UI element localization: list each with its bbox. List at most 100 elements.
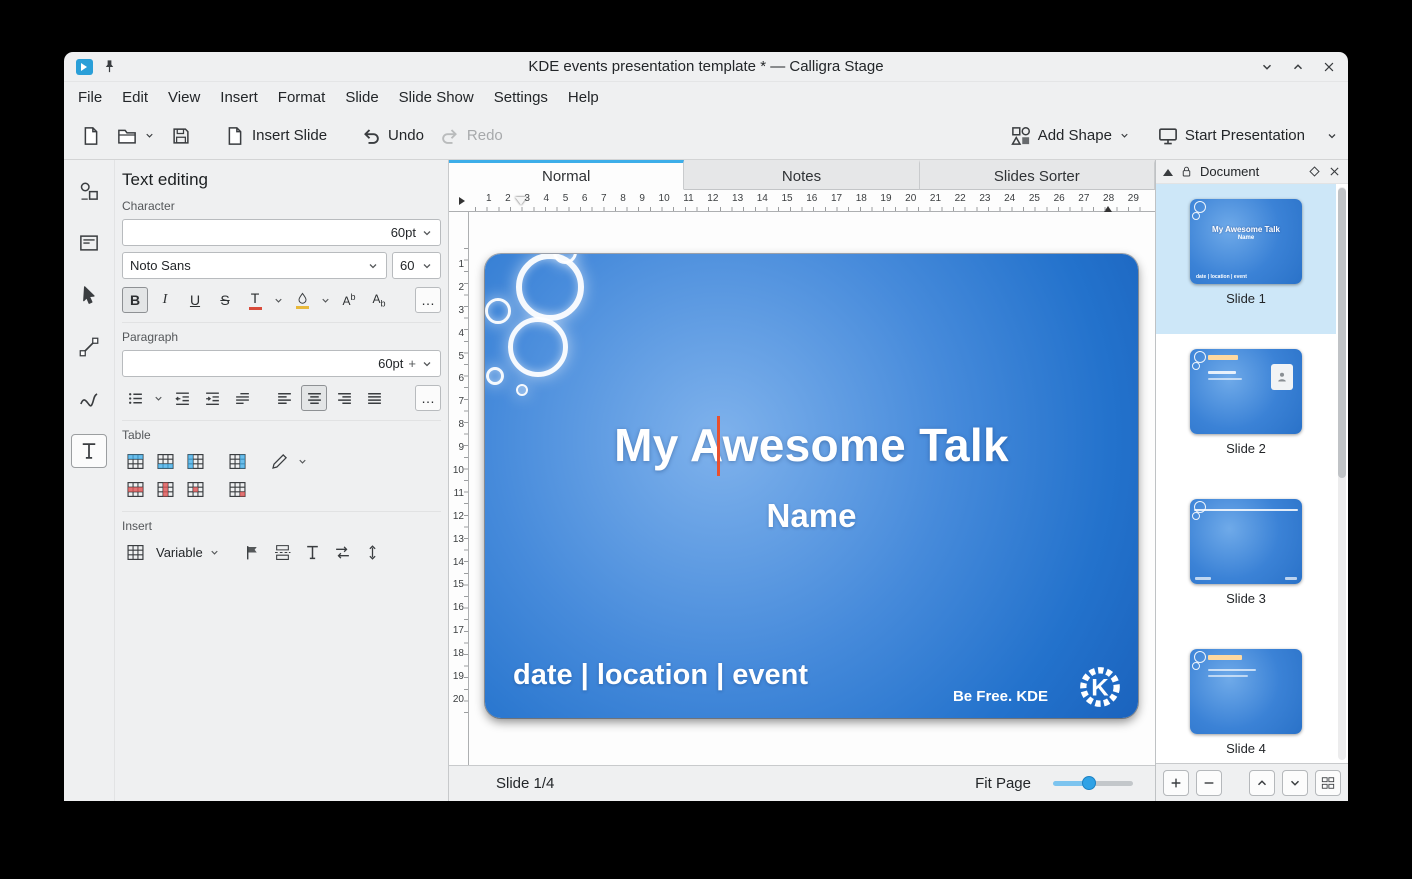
merge-cells-button[interactable] — [182, 476, 208, 502]
bookmark-button[interactable] — [240, 539, 266, 565]
align-justify-button[interactable] — [361, 385, 387, 411]
move-slide-up-button[interactable] — [1249, 770, 1275, 796]
table-border-menu-button[interactable] — [296, 448, 309, 474]
slide-editor[interactable]: My Awesome Talk Name date | location | e… — [485, 254, 1138, 718]
font-family-combo[interactable]: Noto Sans — [122, 252, 387, 279]
list-format-button[interactable] — [122, 385, 148, 411]
zoom-mode-label[interactable]: Fit Page — [975, 775, 1031, 792]
move-slide-down-button[interactable] — [1282, 770, 1308, 796]
insert-column-right-button[interactable] — [224, 448, 250, 474]
slide-1-thumbnail[interactable]: My Awesome Talk Name date | location | e… — [1190, 199, 1302, 284]
insert-row-above-button[interactable] — [122, 448, 148, 474]
text-color-menu-button[interactable] — [272, 287, 285, 313]
more-paragraph-options-button[interactable]: … — [415, 385, 441, 411]
strikethrough-button[interactable]: S — [212, 287, 238, 313]
menu-item[interactable]: Edit — [112, 85, 158, 110]
slide-title-textbox[interactable]: My Awesome Talk — [485, 418, 1138, 472]
slide-footer-textbox[interactable]: date | location | event — [513, 659, 808, 692]
menu-item[interactable]: View — [158, 85, 210, 110]
menu-item[interactable]: Settings — [484, 85, 558, 110]
maximize-window-icon[interactable] — [1291, 60, 1305, 74]
collapse-docker-icon[interactable] — [1163, 164, 1173, 176]
close-window-icon[interactable] — [1322, 60, 1336, 74]
scrollbar-thumb[interactable] — [1338, 188, 1346, 478]
paragraph-spacing-combo[interactable]: 60pt + — [122, 350, 441, 377]
freehand-tool-button[interactable] — [71, 382, 107, 416]
slide-canvas[interactable]: My Awesome Talk Name date | location | e… — [469, 212, 1155, 765]
slides-overview-button[interactable] — [1315, 770, 1341, 796]
slide-thumbnail-item-3[interactable]: Slide 3 — [1156, 484, 1336, 634]
resize-text-button[interactable] — [360, 539, 386, 565]
tab-normal[interactable]: Normal — [449, 160, 684, 190]
zoom-slider-handle[interactable] — [1082, 776, 1096, 790]
horizontal-ruler[interactable]: 1234567891011121314151617181920212223242… — [449, 190, 1155, 212]
menu-item[interactable]: File — [68, 85, 112, 110]
page-break-button[interactable] — [270, 539, 296, 565]
insert-table-button[interactable] — [122, 539, 148, 565]
shade-window-icon[interactable] — [1260, 60, 1274, 74]
more-character-options-button[interactable]: … — [415, 287, 441, 313]
pin-icon[interactable] — [102, 59, 117, 74]
insert-slide-button[interactable]: Insert Slide — [218, 120, 334, 152]
highlight-color-menu-button[interactable] — [319, 287, 332, 313]
tab-notes[interactable]: Notes — [684, 160, 919, 190]
connector-tool-button[interactable] — [71, 330, 107, 364]
list-format-menu-button[interactable] — [152, 385, 165, 411]
slide-3-thumbnail[interactable] — [1190, 499, 1302, 584]
spacing-increase-button[interactable]: + — [408, 356, 416, 371]
delete-column-button[interactable] — [152, 476, 178, 502]
align-center-button[interactable] — [301, 385, 327, 411]
titlebar[interactable]: KDE events presentation template * — Cal… — [64, 52, 1348, 82]
insert-column-left-button[interactable] — [182, 448, 208, 474]
redo-button[interactable]: Redo — [433, 120, 510, 152]
slide-subtitle-textbox[interactable]: Name — [485, 497, 1138, 535]
new-document-button[interactable] — [74, 120, 108, 152]
delete-slide-button[interactable] — [1196, 770, 1222, 796]
character-style-combo[interactable]: 60pt — [122, 219, 441, 246]
font-size-combo[interactable]: 60 — [392, 252, 441, 279]
split-cells-button[interactable] — [224, 476, 250, 502]
vertical-ruler[interactable]: 1234567891011121314151617181920 — [449, 212, 469, 765]
add-slide-button[interactable] — [1163, 770, 1189, 796]
subscript-button[interactable]: Ab — [366, 287, 392, 313]
table-border-pen-button[interactable] — [266, 448, 292, 474]
close-docker-icon[interactable] — [1328, 165, 1341, 178]
superscript-button[interactable]: Ab — [336, 287, 362, 313]
insert-row-below-button[interactable] — [152, 448, 178, 474]
menu-item[interactable]: Help — [558, 85, 609, 110]
first-line-indent-button[interactable] — [229, 385, 255, 411]
slide-thumbnail-item-1[interactable]: My Awesome Talk Name date | location | e… — [1156, 184, 1336, 334]
thumbnail-scrollbar[interactable] — [1338, 187, 1346, 760]
menu-item[interactable]: Insert — [210, 85, 268, 110]
swap-direction-button[interactable] — [330, 539, 356, 565]
text-color-button[interactable]: T — [242, 287, 268, 313]
selection-tool-button[interactable] — [71, 278, 107, 312]
add-shape-button[interactable]: Add Shape — [1004, 120, 1137, 152]
shapes-tool-button[interactable] — [71, 174, 107, 208]
variable-dropdown[interactable]: Variable — [152, 539, 224, 565]
align-left-button[interactable] — [271, 385, 297, 411]
undo-button[interactable]: Undo — [354, 120, 431, 152]
slide-layout-tool-button[interactable] — [71, 226, 107, 260]
highlight-color-button[interactable] — [289, 287, 315, 313]
start-presentation-button[interactable]: Start Presentation — [1151, 120, 1312, 152]
lock-icon[interactable] — [1180, 165, 1193, 178]
chevron-down-icon[interactable] — [144, 130, 155, 141]
italic-button[interactable]: I — [152, 287, 178, 313]
menu-item[interactable]: Format — [268, 85, 336, 110]
text-tool-button[interactable] — [71, 434, 107, 468]
align-right-button[interactable] — [331, 385, 357, 411]
slide-2-thumbnail[interactable] — [1190, 349, 1302, 434]
slide-4-thumbnail[interactable] — [1190, 649, 1302, 734]
increase-indent-button[interactable] — [199, 385, 225, 411]
menu-item[interactable]: Slide Show — [389, 85, 484, 110]
slide-thumbnail-item-4[interactable]: Slide 4 — [1156, 634, 1336, 763]
save-button[interactable] — [164, 120, 198, 152]
zoom-slider[interactable] — [1053, 781, 1133, 786]
insert-text-frame-button[interactable] — [300, 539, 326, 565]
open-document-button[interactable] — [110, 120, 162, 152]
underline-button[interactable]: U — [182, 287, 208, 313]
float-docker-icon[interactable] — [1308, 165, 1321, 178]
slide-thumbnail-item-2[interactable]: Slide 2 — [1156, 334, 1336, 484]
bold-button[interactable]: B — [122, 287, 148, 313]
